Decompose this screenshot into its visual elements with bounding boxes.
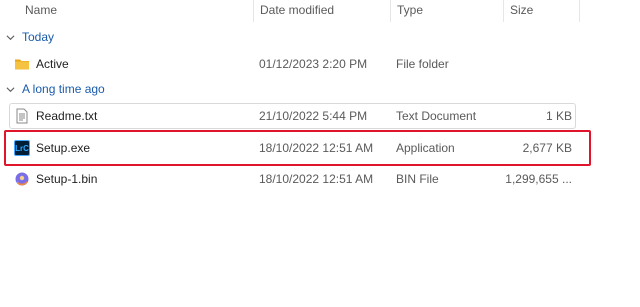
file-type: Text Document <box>396 109 477 123</box>
text-document-icon <box>16 108 28 124</box>
file-row-active[interactable]: Active 01/12/2023 2:20 PM File folder <box>9 51 576 77</box>
group-header-a-long-time-ago[interactable]: A long time ago <box>6 79 105 99</box>
file-date-modified: 18/10/2022 12:51 AM <box>259 141 374 155</box>
column-header: Name Date modified Type Size <box>0 0 580 22</box>
file-name: Setup-1.bin <box>36 172 98 186</box>
chevron-down-icon <box>6 34 15 40</box>
column-divider[interactable] <box>579 0 580 22</box>
column-name[interactable]: Name <box>25 3 57 17</box>
file-row-readme[interactable]: Readme.txt 21/10/2022 5:44 PM Text Docum… <box>9 103 576 129</box>
group-label: Today <box>22 30 55 44</box>
group-header-today[interactable]: Today <box>6 27 54 47</box>
chevron-down-icon <box>6 86 15 92</box>
column-type[interactable]: Type <box>397 3 423 17</box>
column-divider[interactable] <box>253 0 254 22</box>
file-name: Active <box>36 57 69 71</box>
file-name: Readme.txt <box>36 109 98 123</box>
column-date-modified[interactable]: Date modified <box>260 3 334 17</box>
file-size: 1 KB <box>545 109 572 123</box>
column-divider[interactable] <box>503 0 504 22</box>
column-divider[interactable] <box>390 0 391 22</box>
file-row-setup-1-bin[interactable]: Setup-1.bin 18/10/2022 12:51 AM BIN File… <box>9 166 576 192</box>
lightroom-classic-icon: LrC <box>14 140 30 156</box>
file-date-modified: 18/10/2022 12:51 AM <box>259 172 374 186</box>
file-type: BIN File <box>396 172 439 186</box>
folder-icon <box>15 59 29 70</box>
file-type: File folder <box>396 57 449 71</box>
file-date-modified: 01/12/2023 2:20 PM <box>259 57 368 71</box>
file-size: 2,677 KB <box>522 141 572 155</box>
file-date-modified: 21/10/2022 5:44 PM <box>259 109 368 123</box>
file-row-setup-exe[interactable]: LrC Setup.exe 18/10/2022 12:51 AM Applic… <box>9 135 576 161</box>
file-size: 1,299,655 ... <box>506 172 572 186</box>
file-type: Application <box>396 141 455 155</box>
file-size <box>506 51 572 77</box>
column-size[interactable]: Size <box>510 3 533 17</box>
bin-file-icon <box>15 172 29 186</box>
file-name: Setup.exe <box>36 141 91 155</box>
group-label: A long time ago <box>22 82 105 96</box>
